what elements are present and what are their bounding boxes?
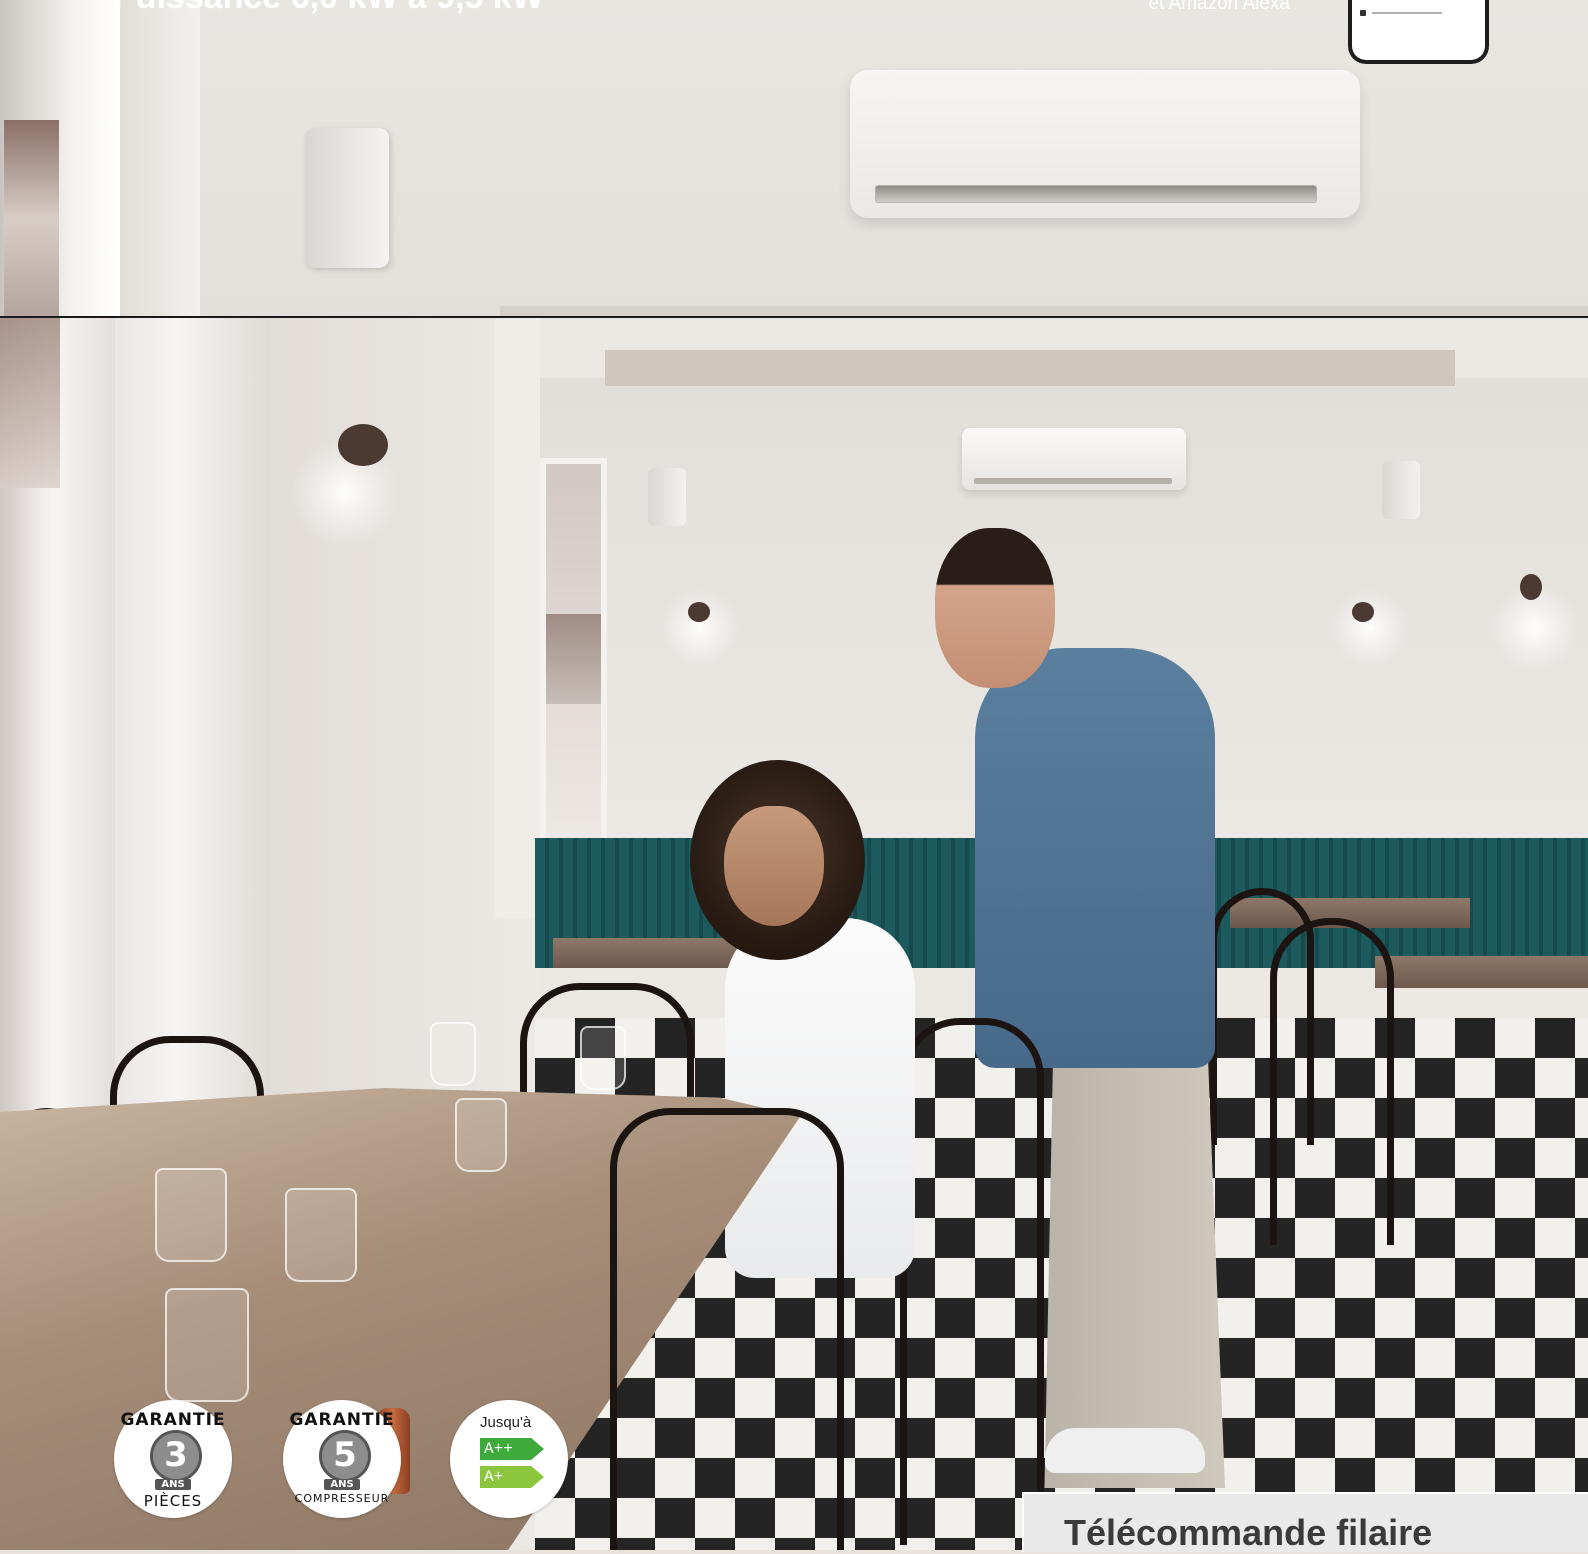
dining-table (1375, 956, 1588, 988)
water-glass (285, 1188, 357, 1282)
energy-caption: Jusqu'à (480, 1414, 532, 1431)
bentwood-chair (1270, 918, 1394, 1245)
man-sneaker (1045, 1428, 1205, 1473)
top-photo-crop: Puissance 6,0 kW à 9,5 kW et Amazon Alex… (0, 0, 1588, 318)
restaurant-photo (0, 318, 1588, 1550)
water-glass (430, 1022, 476, 1086)
compressor-warranty-badge: GARANTIE 5 ANS COMPRESSEUR (283, 1400, 401, 1518)
water-glass (580, 1026, 626, 1090)
air-conditioner-unit (850, 70, 1360, 218)
air-conditioner-unit (962, 428, 1186, 490)
parts-warranty-badge: GARANTIE 3 ANS PIÈCES (114, 1400, 232, 1518)
energy-class-badge: Jusqu'à A++ A+ (450, 1400, 568, 1518)
voice-control-caption: et Amazon Alexa (1148, 0, 1290, 14)
warranty-years: 3 (150, 1430, 202, 1482)
water-glass (155, 1168, 227, 1262)
wall-column (495, 318, 540, 918)
lamp-glow (1330, 588, 1410, 668)
energy-class-bar: A+ (480, 1466, 544, 1488)
phone-mockup (1348, 0, 1489, 64)
warranty-unit-wrap: ANS (283, 1479, 401, 1490)
man-blue-shirt (975, 648, 1215, 1068)
woman-face (724, 806, 824, 926)
card-title: Télécommande filaire (1064, 1512, 1433, 1553)
wall-speaker (648, 468, 686, 526)
man-head (935, 528, 1055, 688)
badge-arc-text: PIÈCES (143, 1492, 203, 1510)
info-card: Télécommande filaire (1022, 1492, 1588, 1553)
warranty-unit: ANS (324, 1479, 360, 1490)
window-awning (0, 318, 60, 488)
wall-lamp (338, 424, 388, 466)
air-conditioner-vent (974, 478, 1172, 484)
wall-lamp (1352, 602, 1374, 622)
water-glass (165, 1288, 249, 1402)
wall-speaker (305, 128, 389, 268)
bentwood-chair (900, 1018, 1044, 1545)
man-trousers (1044, 1008, 1225, 1488)
badge-arc-text: COMPRESSEUR (294, 1492, 390, 1505)
badge-arc-text: GARANTIE (120, 1410, 226, 1430)
lamp-glow (660, 588, 740, 668)
side-window (540, 458, 607, 890)
warranty-unit-wrap: ANS (114, 1479, 232, 1490)
phone-list-item (1360, 10, 1470, 16)
wall-lamp (1520, 574, 1542, 600)
headline: Puissance 6,0 kW à 9,5 kW (113, 0, 544, 17)
water-glass (455, 1098, 507, 1172)
wall-lamp (688, 602, 710, 622)
bentwood-chair (610, 1108, 844, 1550)
dining-table (553, 938, 753, 968)
warranty-unit: ANS (155, 1479, 191, 1490)
wall-pillar (120, 0, 200, 318)
warranty-years: 5 (319, 1430, 371, 1482)
ceiling-recess (605, 350, 1455, 386)
air-conditioner-vent (875, 185, 1317, 203)
badge-arc-text: GARANTIE (289, 1410, 395, 1430)
energy-class-bar: A++ (480, 1438, 544, 1460)
wall-speaker (1382, 461, 1420, 519)
window-view (4, 120, 59, 318)
